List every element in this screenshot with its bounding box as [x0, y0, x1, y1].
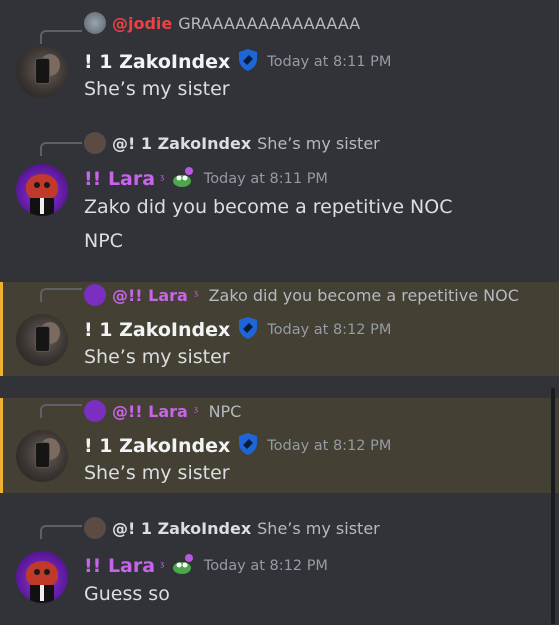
reply-text[interactable]: GRAAAAAAAAAAAAAA [178, 14, 360, 33]
message-text: Guess so [84, 583, 170, 605]
message-1[interactable]: @jodie GRAAAAAAAAAAAAAA ! 1 ZakoIndex To… [0, 0, 559, 118]
avatar[interactable] [16, 46, 68, 98]
message-3-mention[interactable]: @!! Lara ᶾ Zako did you become a repetit… [0, 282, 559, 376]
zako-mini-avatar[interactable] [84, 517, 106, 539]
jodie-avatar[interactable] [84, 12, 106, 34]
shield-badge-icon[interactable] [237, 432, 259, 460]
message-text: Zako did you become a repetitive NOC [84, 196, 453, 218]
reply-spine [40, 142, 82, 156]
avatar[interactable] [16, 314, 68, 366]
reply-author[interactable]: @!! Lara [112, 286, 188, 305]
reply-author[interactable]: @!! Lara [112, 402, 188, 421]
timestamp[interactable]: Today at 8:11 PM [267, 54, 391, 70]
message-5[interactable]: @! 1 ZakoIndex She’s my sister !! Lara ᶾ… [0, 505, 559, 625]
reply-preview[interactable]: @! 1 ZakoIndex She’s my sister [84, 132, 380, 154]
reply-author[interactable]: @! 1 ZakoIndex [112, 519, 251, 538]
author-name[interactable]: ! 1 ZakoIndex [84, 51, 230, 73]
message-header: ! 1 ZakoIndex Today at 8:11 PM [84, 48, 391, 76]
zako-mini-avatar[interactable] [84, 132, 106, 154]
reply-text[interactable]: She’s my sister [257, 519, 380, 538]
message-4-mention[interactable]: @!! Lara ᶾ NPC ! 1 ZakoIndex Today at 8:… [0, 398, 559, 493]
message-text: She’s my sister [84, 346, 230, 368]
author-name[interactable]: !! Lara [84, 555, 155, 577]
author-name[interactable]: ! 1 ZakoIndex [84, 319, 230, 341]
message-header: ! 1 ZakoIndex Today at 8:12 PM [84, 316, 391, 344]
avatar[interactable] [16, 551, 68, 603]
pepe-badge-icon[interactable] [172, 166, 196, 192]
message-2[interactable]: @! 1 ZakoIndex She’s my sister !! Lara ᶾ… [0, 118, 559, 282]
reply-text[interactable]: She’s my sister [257, 134, 380, 153]
reply-preview[interactable]: @!! Lara ᶾ NPC [84, 400, 241, 422]
author-name[interactable]: !! Lara [84, 168, 155, 190]
timestamp[interactable]: Today at 8:12 PM [204, 558, 328, 574]
shield-badge-icon[interactable] [237, 48, 259, 76]
timestamp[interactable]: Today at 8:12 PM [267, 322, 391, 338]
lara-mini-avatar[interactable] [84, 284, 106, 306]
scrollbar[interactable] [551, 388, 555, 624]
reply-author[interactable]: @! 1 ZakoIndex [112, 134, 251, 153]
author-name[interactable]: ! 1 ZakoIndex [84, 435, 230, 457]
lara-mini-avatar[interactable] [84, 400, 106, 422]
reply-preview[interactable]: @jodie GRAAAAAAAAAAAAAA [84, 12, 360, 34]
reply-preview[interactable]: @! 1 ZakoIndex She’s my sister [84, 517, 380, 539]
message-text: She’s my sister [84, 462, 230, 484]
reply-text[interactable]: NPC [209, 402, 242, 421]
reply-spine [40, 30, 82, 44]
reply-spine [40, 525, 82, 539]
message-text: NPC [84, 230, 123, 252]
message-header: !! Lara ᶾ Today at 8:11 PM [84, 166, 328, 192]
avatar[interactable] [16, 430, 68, 482]
message-text: She’s my sister [84, 78, 230, 100]
message-header: !! Lara ᶾ Today at 8:12 PM [84, 553, 328, 579]
role-icon: ᶾ [193, 404, 199, 418]
avatar[interactable] [16, 164, 68, 216]
reply-preview[interactable]: @!! Lara ᶾ Zako did you become a repetit… [84, 284, 519, 306]
reply-text[interactable]: Zako did you become a repetitive NOC [209, 286, 519, 305]
timestamp[interactable]: Today at 8:11 PM [204, 171, 328, 187]
role-icon: ᶾ [193, 288, 199, 302]
role-icon: ᶾ [160, 559, 165, 573]
role-icon: ᶾ [160, 172, 165, 186]
reply-spine [40, 404, 82, 418]
reply-author[interactable]: @jodie [112, 14, 172, 33]
shield-badge-icon[interactable] [237, 316, 259, 344]
reply-spine [40, 288, 82, 302]
pepe-badge-icon[interactable] [172, 553, 196, 579]
message-header: ! 1 ZakoIndex Today at 8:12 PM [84, 432, 391, 460]
timestamp[interactable]: Today at 8:12 PM [267, 438, 391, 454]
